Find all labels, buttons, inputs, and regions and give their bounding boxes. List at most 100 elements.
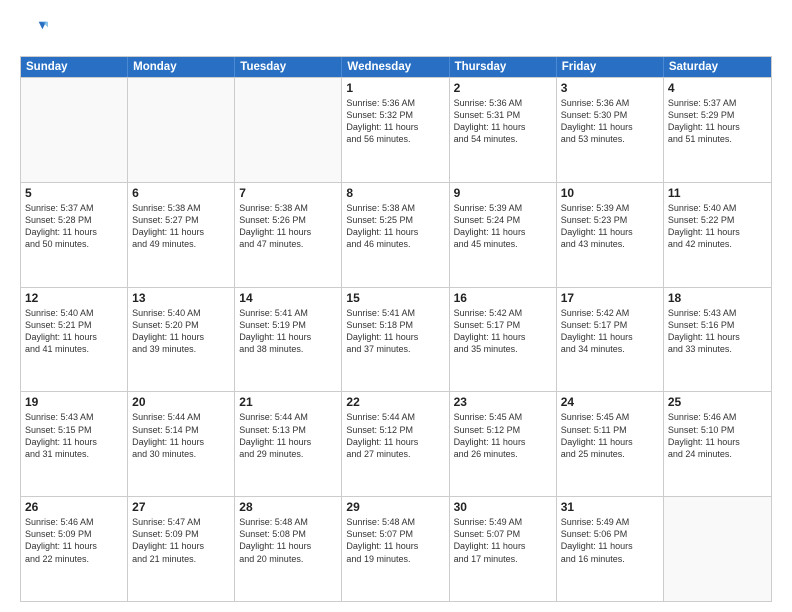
day-info: Sunrise: 5:40 AM Sunset: 5:20 PM Dayligh… bbox=[132, 307, 230, 356]
cal-cell-4-2: 20 Sunrise: 5:44 AM Sunset: 5:14 PM Dayli… bbox=[128, 392, 235, 496]
cal-cell-1-4: 1 Sunrise: 5:36 AM Sunset: 5:32 PM Daylig… bbox=[342, 78, 449, 182]
day-number: 4 bbox=[668, 81, 767, 95]
day-info: Sunrise: 5:46 AM Sunset: 5:10 PM Dayligh… bbox=[668, 411, 767, 460]
day-number: 13 bbox=[132, 291, 230, 305]
cal-cell-3-2: 13 Sunrise: 5:40 AM Sunset: 5:20 PM Dayli… bbox=[128, 288, 235, 392]
day-info: Sunrise: 5:42 AM Sunset: 5:17 PM Dayligh… bbox=[561, 307, 659, 356]
week-row-5: 26 Sunrise: 5:46 AM Sunset: 5:09 PM Dayli… bbox=[21, 496, 771, 601]
day-number: 30 bbox=[454, 500, 552, 514]
day-info: Sunrise: 5:40 AM Sunset: 5:21 PM Dayligh… bbox=[25, 307, 123, 356]
day-info: Sunrise: 5:44 AM Sunset: 5:12 PM Dayligh… bbox=[346, 411, 444, 460]
day-info: Sunrise: 5:36 AM Sunset: 5:30 PM Dayligh… bbox=[561, 97, 659, 146]
cal-cell-5-1: 26 Sunrise: 5:46 AM Sunset: 5:09 PM Dayli… bbox=[21, 497, 128, 601]
page: SundayMondayTuesdayWednesdayThursdayFrid… bbox=[0, 0, 792, 612]
day-number: 7 bbox=[239, 186, 337, 200]
cal-cell-2-6: 10 Sunrise: 5:39 AM Sunset: 5:23 PM Dayli… bbox=[557, 183, 664, 287]
day-number: 25 bbox=[668, 395, 767, 409]
day-number: 9 bbox=[454, 186, 552, 200]
logo bbox=[20, 18, 52, 46]
cal-cell-5-6: 31 Sunrise: 5:49 AM Sunset: 5:06 PM Dayli… bbox=[557, 497, 664, 601]
cal-cell-4-7: 25 Sunrise: 5:46 AM Sunset: 5:10 PM Dayli… bbox=[664, 392, 771, 496]
day-info: Sunrise: 5:38 AM Sunset: 5:25 PM Dayligh… bbox=[346, 202, 444, 251]
cal-cell-3-1: 12Sunrise: 5:40 AM Sunset: 5:21 PM Dayli… bbox=[21, 288, 128, 392]
cal-cell-3-3: 14 Sunrise: 5:41 AM Sunset: 5:19 PM Dayli… bbox=[235, 288, 342, 392]
day-info: Sunrise: 5:39 AM Sunset: 5:24 PM Dayligh… bbox=[454, 202, 552, 251]
cal-cell-5-7 bbox=[664, 497, 771, 601]
day-info: Sunrise: 5:49 AM Sunset: 5:06 PM Dayligh… bbox=[561, 516, 659, 565]
day-number: 8 bbox=[346, 186, 444, 200]
day-info: Sunrise: 5:41 AM Sunset: 5:18 PM Dayligh… bbox=[346, 307, 444, 356]
day-info: Sunrise: 5:38 AM Sunset: 5:27 PM Dayligh… bbox=[132, 202, 230, 251]
cal-cell-2-1: 5Sunrise: 5:37 AM Sunset: 5:28 PM Daylig… bbox=[21, 183, 128, 287]
day-info: Sunrise: 5:39 AM Sunset: 5:23 PM Dayligh… bbox=[561, 202, 659, 251]
week-row-4: 19 Sunrise: 5:43 AM Sunset: 5:15 PM Dayli… bbox=[21, 391, 771, 496]
header-cell-wednesday: Wednesday bbox=[342, 57, 449, 77]
day-number: 18 bbox=[668, 291, 767, 305]
day-number: 1 bbox=[346, 81, 444, 95]
cal-cell-1-1 bbox=[21, 78, 128, 182]
day-number: 14 bbox=[239, 291, 337, 305]
cal-cell-5-3: 28 Sunrise: 5:48 AM Sunset: 5:08 PM Dayli… bbox=[235, 497, 342, 601]
calendar-body: 1 Sunrise: 5:36 AM Sunset: 5:32 PM Daylig… bbox=[21, 77, 771, 601]
day-number: 2 bbox=[454, 81, 552, 95]
cal-cell-2-4: 8 Sunrise: 5:38 AM Sunset: 5:25 PM Daylig… bbox=[342, 183, 449, 287]
day-number: 11 bbox=[668, 186, 767, 200]
day-number: 10 bbox=[561, 186, 659, 200]
day-number: 3 bbox=[561, 81, 659, 95]
day-number: 28 bbox=[239, 500, 337, 514]
day-info: Sunrise: 5:48 AM Sunset: 5:07 PM Dayligh… bbox=[346, 516, 444, 565]
header-cell-saturday: Saturday bbox=[664, 57, 771, 77]
week-row-2: 5Sunrise: 5:37 AM Sunset: 5:28 PM Daylig… bbox=[21, 182, 771, 287]
cal-cell-4-6: 24Sunrise: 5:45 AM Sunset: 5:11 PM Dayli… bbox=[557, 392, 664, 496]
day-info: Sunrise: 5:41 AM Sunset: 5:19 PM Dayligh… bbox=[239, 307, 337, 356]
day-number: 20 bbox=[132, 395, 230, 409]
day-info: Sunrise: 5:48 AM Sunset: 5:08 PM Dayligh… bbox=[239, 516, 337, 565]
calendar-header-row: SundayMondayTuesdayWednesdayThursdayFrid… bbox=[21, 57, 771, 77]
day-number: 21 bbox=[239, 395, 337, 409]
cal-cell-5-5: 30Sunrise: 5:49 AM Sunset: 5:07 PM Dayli… bbox=[450, 497, 557, 601]
cal-cell-4-1: 19 Sunrise: 5:43 AM Sunset: 5:15 PM Dayli… bbox=[21, 392, 128, 496]
cal-cell-2-5: 9 Sunrise: 5:39 AM Sunset: 5:24 PM Daylig… bbox=[450, 183, 557, 287]
cal-cell-2-3: 7Sunrise: 5:38 AM Sunset: 5:26 PM Daylig… bbox=[235, 183, 342, 287]
day-number: 17 bbox=[561, 291, 659, 305]
day-info: Sunrise: 5:43 AM Sunset: 5:15 PM Dayligh… bbox=[25, 411, 123, 460]
day-info: Sunrise: 5:44 AM Sunset: 5:14 PM Dayligh… bbox=[132, 411, 230, 460]
cal-cell-3-5: 16Sunrise: 5:42 AM Sunset: 5:17 PM Dayli… bbox=[450, 288, 557, 392]
day-number: 29 bbox=[346, 500, 444, 514]
cal-cell-1-2 bbox=[128, 78, 235, 182]
day-info: Sunrise: 5:44 AM Sunset: 5:13 PM Dayligh… bbox=[239, 411, 337, 460]
day-info: Sunrise: 5:37 AM Sunset: 5:29 PM Dayligh… bbox=[668, 97, 767, 146]
day-number: 6 bbox=[132, 186, 230, 200]
day-info: Sunrise: 5:36 AM Sunset: 5:31 PM Dayligh… bbox=[454, 97, 552, 146]
cal-cell-3-6: 17 Sunrise: 5:42 AM Sunset: 5:17 PM Dayli… bbox=[557, 288, 664, 392]
header-cell-thursday: Thursday bbox=[450, 57, 557, 77]
day-info: Sunrise: 5:45 AM Sunset: 5:12 PM Dayligh… bbox=[454, 411, 552, 460]
day-info: Sunrise: 5:42 AM Sunset: 5:17 PM Dayligh… bbox=[454, 307, 552, 356]
day-info: Sunrise: 5:36 AM Sunset: 5:32 PM Dayligh… bbox=[346, 97, 444, 146]
week-row-1: 1 Sunrise: 5:36 AM Sunset: 5:32 PM Daylig… bbox=[21, 77, 771, 182]
day-number: 27 bbox=[132, 500, 230, 514]
day-info: Sunrise: 5:37 AM Sunset: 5:28 PM Dayligh… bbox=[25, 202, 123, 251]
cal-cell-4-4: 22Sunrise: 5:44 AM Sunset: 5:12 PM Dayli… bbox=[342, 392, 449, 496]
day-number: 31 bbox=[561, 500, 659, 514]
header bbox=[20, 18, 772, 46]
header-cell-tuesday: Tuesday bbox=[235, 57, 342, 77]
calendar: SundayMondayTuesdayWednesdayThursdayFrid… bbox=[20, 56, 772, 602]
header-cell-friday: Friday bbox=[557, 57, 664, 77]
week-row-3: 12Sunrise: 5:40 AM Sunset: 5:21 PM Dayli… bbox=[21, 287, 771, 392]
cal-cell-3-4: 15Sunrise: 5:41 AM Sunset: 5:18 PM Dayli… bbox=[342, 288, 449, 392]
cal-cell-1-3 bbox=[235, 78, 342, 182]
day-number: 19 bbox=[25, 395, 123, 409]
cal-cell-3-7: 18 Sunrise: 5:43 AM Sunset: 5:16 PM Dayli… bbox=[664, 288, 771, 392]
cal-cell-5-2: 27 Sunrise: 5:47 AM Sunset: 5:09 PM Dayli… bbox=[128, 497, 235, 601]
header-cell-sunday: Sunday bbox=[21, 57, 128, 77]
day-info: Sunrise: 5:43 AM Sunset: 5:16 PM Dayligh… bbox=[668, 307, 767, 356]
header-cell-monday: Monday bbox=[128, 57, 235, 77]
day-number: 26 bbox=[25, 500, 123, 514]
day-number: 24 bbox=[561, 395, 659, 409]
day-info: Sunrise: 5:47 AM Sunset: 5:09 PM Dayligh… bbox=[132, 516, 230, 565]
cal-cell-2-2: 6 Sunrise: 5:38 AM Sunset: 5:27 PM Daylig… bbox=[128, 183, 235, 287]
cal-cell-1-5: 2 Sunrise: 5:36 AM Sunset: 5:31 PM Daylig… bbox=[450, 78, 557, 182]
day-info: Sunrise: 5:40 AM Sunset: 5:22 PM Dayligh… bbox=[668, 202, 767, 251]
day-info: Sunrise: 5:46 AM Sunset: 5:09 PM Dayligh… bbox=[25, 516, 123, 565]
